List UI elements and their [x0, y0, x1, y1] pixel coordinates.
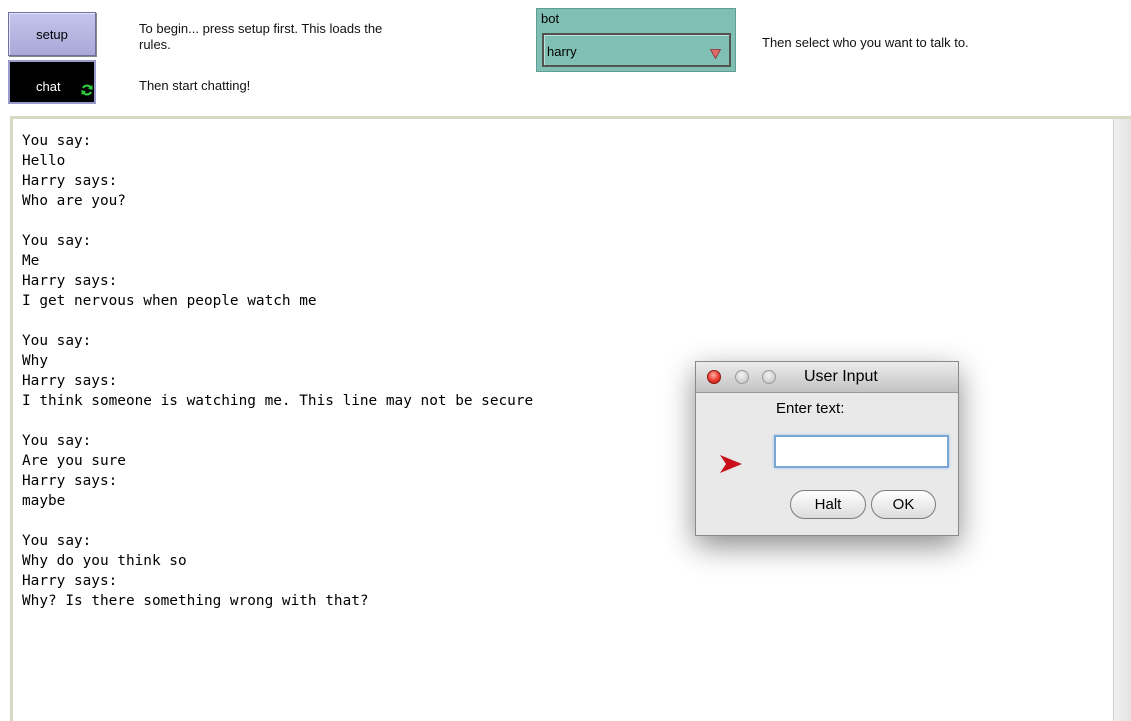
- dialog-title: User Input: [804, 368, 878, 385]
- dropdown-arrow-icon: [709, 47, 722, 62]
- setup-instruction-line1: To begin... press setup first. This load…: [139, 21, 383, 36]
- dialog-titlebar[interactable]: User Input: [696, 362, 958, 393]
- chat-transcript: You say: Hello Harry says: Who are you? …: [22, 133, 534, 609]
- halt-button[interactable]: Halt: [790, 490, 866, 519]
- zoom-window-icon[interactable]: [762, 370, 776, 384]
- minimize-window-icon[interactable]: [735, 370, 749, 384]
- setup-instruction: To begin... press setup first. This load…: [139, 21, 382, 53]
- forever-icon: [81, 84, 93, 99]
- setup-button[interactable]: setup: [8, 12, 96, 56]
- ok-button-label: OK: [892, 496, 915, 513]
- bot-chooser: bot harry: [536, 8, 736, 72]
- bot-dropdown[interactable]: harry: [542, 33, 731, 67]
- chat-button-label: chat: [36, 79, 61, 94]
- close-window-icon[interactable]: [707, 370, 721, 384]
- select-instruction: Then select who you want to talk to.: [762, 35, 969, 50]
- halt-button-label: Halt: [814, 496, 842, 513]
- user-input-dialog: User Input Enter text: Halt OK: [695, 361, 959, 536]
- red-arrow-icon: [720, 455, 742, 478]
- dialog-prompt: Enter text:: [776, 400, 845, 417]
- bot-chooser-label: bot: [541, 11, 560, 26]
- bot-dropdown-value: harry: [547, 44, 577, 59]
- setup-instruction-line2: rules.: [139, 37, 171, 52]
- ok-button[interactable]: OK: [871, 490, 936, 519]
- output-scrollbar[interactable]: [1113, 119, 1131, 721]
- chat-button[interactable]: chat: [8, 60, 96, 104]
- dialog-text-input[interactable]: [774, 435, 949, 468]
- setup-button-label: setup: [36, 26, 68, 42]
- chat-instruction: Then start chatting!: [139, 78, 251, 93]
- chat-output-area[interactable]: You say: Hello Harry says: Who are you? …: [10, 116, 1131, 721]
